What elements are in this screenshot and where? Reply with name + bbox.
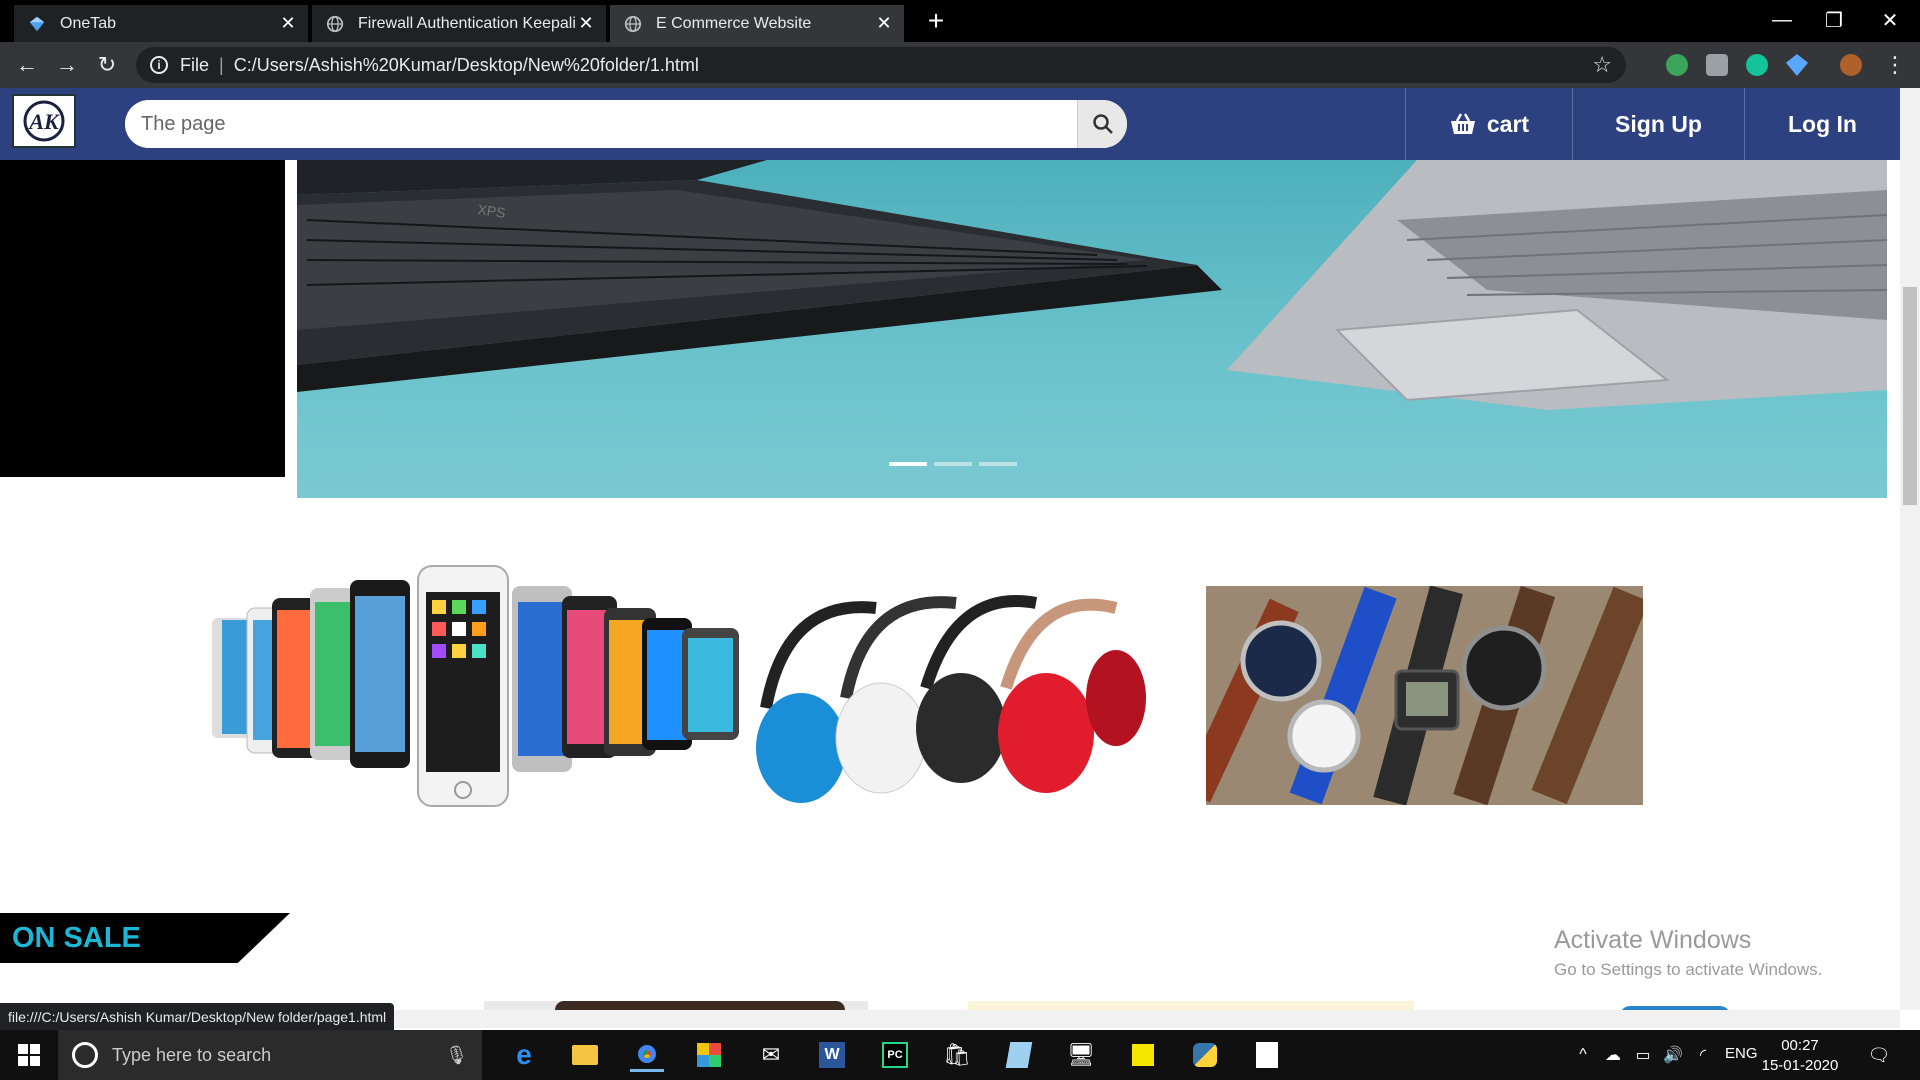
close-window-button[interactable]: ✕ <box>1862 0 1918 40</box>
onetab-extension-icon[interactable] <box>1786 54 1808 76</box>
basket-icon <box>1450 113 1475 134</box>
sale-heading: ON SALE <box>12 922 141 954</box>
info-icon[interactable]: i <box>150 56 168 74</box>
category-watches[interactable] <box>1206 586 1643 805</box>
login-label: Log In <box>1788 110 1857 137</box>
category-phones[interactable] <box>212 558 739 818</box>
cart-link[interactable]: cart <box>1405 88 1572 160</box>
site-navbar: AK cart Sign Up Log In <box>0 88 1900 160</box>
url-text[interactable]: C:/Users/Ashish%20Kumar/Desktop/New%20fo… <box>234 55 699 76</box>
microphone-icon[interactable]: 🎙 <box>445 1045 468 1066</box>
taskbar-search-box[interactable]: Type here to search 🎙 <box>58 1030 482 1080</box>
taskbar-search-placeholder: Type here to search <box>112 1044 272 1065</box>
clock-time: 00:27 <box>1781 1037 1819 1054</box>
tab-ecommerce[interactable]: E Commerce Website ✕ <box>610 5 904 42</box>
carousel-dot[interactable] <box>889 462 927 466</box>
cart-label: cart <box>1486 110 1530 137</box>
watches-image <box>1206 586 1643 805</box>
search-bar <box>125 100 1127 148</box>
carousel-dot[interactable] <box>934 462 972 466</box>
url-separator: | <box>219 54 224 75</box>
tab-title: Firewall Authentication Keepalive <box>358 14 576 32</box>
status-bubble: file:///C:/Users/Ashish Kumar/Desktop/Ne… <box>0 1003 395 1031</box>
ms-store-icon[interactable]: 🛍 <box>940 1038 974 1072</box>
camera-extension-icon[interactable] <box>1706 54 1728 76</box>
windows-taskbar: Type here to search 🎙 e ✉ W PC 🛍 🖥 ^ ☁ ▭… <box>0 1030 1920 1080</box>
browser-toolbar: ← → ↻ i File | C:/Users/Ashish%20Kumar/D… <box>0 42 1920 88</box>
headphones-image <box>756 595 1146 803</box>
show-hidden-icons-icon[interactable]: ^ <box>1566 1038 1600 1072</box>
scrollbar-thumb[interactable] <box>1903 287 1917 505</box>
svg-text:AK: AK <box>27 109 60 134</box>
new-tab-button[interactable]: + <box>922 6 950 36</box>
clock-date: 15-01-2020 <box>1761 1057 1839 1074</box>
vertical-scrollbar[interactable] <box>1900 88 1920 1010</box>
chrome-icon[interactable] <box>630 1038 664 1072</box>
tab-onetab[interactable]: OneTab ✕ <box>14 5 308 42</box>
phones-image <box>212 565 739 807</box>
url-scheme: File <box>180 54 210 75</box>
notifications-icon[interactable]: 🗨 <box>1862 1038 1896 1072</box>
search-button[interactable] <box>1077 100 1127 148</box>
login-link[interactable]: Log In <box>1744 88 1900 160</box>
remote-desktop-icon[interactable]: 🖥 <box>1064 1038 1098 1072</box>
activate-windows-title: Activate Windows <box>1554 926 1752 954</box>
windows-logo-icon <box>18 1044 40 1066</box>
mail-icon[interactable]: ✉ <box>754 1038 788 1072</box>
onetab-icon <box>29 16 45 31</box>
notepad-icon[interactable] <box>1002 1038 1036 1072</box>
sidebar-panel <box>0 160 285 477</box>
signup-link[interactable]: Sign Up <box>1572 88 1744 160</box>
back-button[interactable]: ← <box>12 50 42 80</box>
language-indicator[interactable]: ENG <box>1725 1045 1758 1062</box>
windows-start-button[interactable] <box>12 1038 46 1072</box>
product-card[interactable] <box>968 1001 1414 1010</box>
close-tab-icon[interactable]: ✕ <box>874 13 894 34</box>
globe-icon <box>326 15 344 32</box>
close-tab-icon[interactable]: ✕ <box>278 13 298 34</box>
search-icon <box>1092 114 1113 134</box>
clock[interactable]: 00:27 15-01-2020 <box>1760 1036 1840 1076</box>
pycharm-icon[interactable]: PC <box>878 1038 912 1072</box>
hero-carousel[interactable]: XPS <box>297 160 1887 498</box>
grammarly-extension-icon[interactable] <box>1746 54 1768 76</box>
tab-title: E Commerce Website <box>656 14 812 32</box>
globe-icon <box>624 15 642 32</box>
battery-icon[interactable]: ▭ <box>1626 1038 1660 1072</box>
wifi-icon[interactable]: ◜ <box>1686 1038 1720 1072</box>
network-error-icon[interactable]: ☁ <box>1596 1038 1630 1072</box>
site-logo[interactable]: AK <box>12 94 76 148</box>
word-icon[interactable]: W <box>815 1038 849 1072</box>
product-image <box>555 1001 845 1010</box>
profile-avatar[interactable] <box>1840 54 1862 76</box>
web-page: AK cart Sign Up Log In XP <box>0 88 1900 1010</box>
browser-tab-strip: OneTab ✕ Firewall Authentication Keepali… <box>0 0 1920 42</box>
tab-firewall[interactable]: Firewall Authentication Keepalive ✕ <box>312 5 606 42</box>
bookmark-star-icon[interactable]: ☆ <box>1592 52 1612 78</box>
category-headphones[interactable] <box>746 588 1156 808</box>
laptops-image: XPS <box>297 160 1887 410</box>
sticky-notes-icon[interactable] <box>1126 1038 1160 1072</box>
menu-icon[interactable]: ⋮ <box>1880 50 1910 80</box>
tab-title: OneTab <box>60 14 117 32</box>
reload-button[interactable]: ↻ <box>92 50 122 80</box>
logo-ak-icon: AK <box>23 100 65 142</box>
volume-icon[interactable]: 🔊 <box>1656 1038 1690 1072</box>
restore-button[interactable]: ❐ <box>1806 0 1862 40</box>
shield-extension-icon[interactable] <box>1666 54 1688 76</box>
python-icon[interactable] <box>1188 1038 1222 1072</box>
calculator-icon[interactable] <box>1250 1038 1284 1072</box>
address-bar[interactable]: i File | C:/Users/Ashish%20Kumar/Desktop… <box>136 47 1626 83</box>
carousel-dot[interactable] <box>979 462 1017 466</box>
minimize-button[interactable]: — <box>1754 0 1810 40</box>
signup-label: Sign Up <box>1615 110 1702 137</box>
search-input[interactable] <box>125 100 1075 148</box>
store-tiles-icon[interactable] <box>692 1038 726 1072</box>
activate-windows-subtitle: Go to Settings to activate Windows. <box>1554 960 1823 979</box>
close-tab-icon[interactable]: ✕ <box>576 13 596 34</box>
cortana-icon <box>72 1042 98 1068</box>
forward-button[interactable]: → <box>52 50 82 80</box>
file-explorer-icon[interactable] <box>568 1038 602 1072</box>
edge-icon[interactable]: e <box>507 1038 541 1072</box>
